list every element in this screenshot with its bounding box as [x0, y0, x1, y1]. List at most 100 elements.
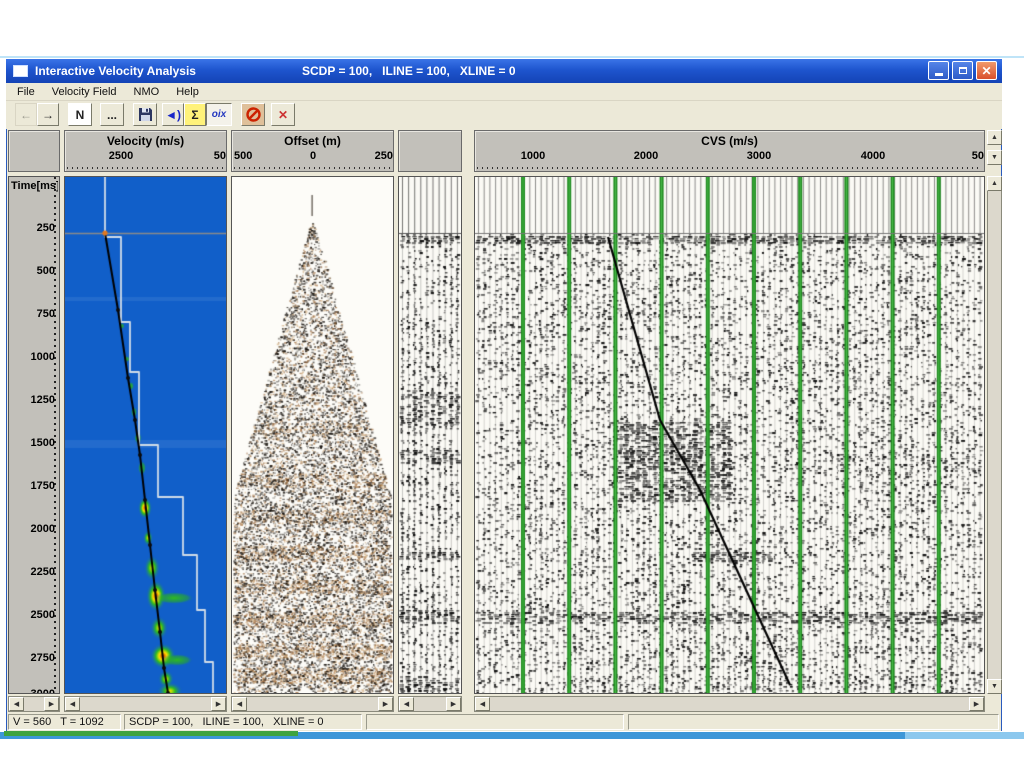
velocity-semblance-canvas[interactable] — [65, 177, 226, 693]
progress-strip-light — [905, 732, 1024, 739]
delete-button[interactable]: ✕ — [271, 103, 295, 126]
time-hscrollbar[interactable]: ◀ ▶ — [8, 696, 60, 712]
no-entry-icon — [246, 107, 261, 122]
offset-scroll-left-button[interactable]: ◀ — [232, 697, 247, 711]
titlebar[interactable]: Interactive Velocity Analysis SCDP = 100… — [6, 59, 1002, 83]
stack-canvas[interactable] — [399, 177, 461, 693]
time-axis-label: Time[ms] — [11, 180, 58, 192]
red-x-icon: ✕ — [278, 108, 288, 122]
close-button[interactable]: ✕ — [976, 61, 997, 80]
oix-toggle-button[interactable]: oix — [206, 103, 232, 126]
offset-tick-0: 0 — [301, 150, 325, 162]
cvs-scroll-right-button[interactable]: ▶ — [969, 697, 984, 711]
time-tick-2500: 2500 — [11, 609, 55, 621]
forward-arrow-icon: → — [42, 108, 54, 122]
cvs-header: CVS (m/s) 1000 2000 3000 4000 50 — [474, 130, 985, 172]
n-button[interactable]: N — [68, 103, 92, 126]
minimize-icon — [935, 73, 943, 76]
stack-panel[interactable] — [398, 176, 462, 694]
time-tick-3000: 3000 — [11, 688, 55, 694]
minimize-button[interactable] — [928, 61, 949, 80]
cvs-vertical-scrollbar[interactable] — [987, 176, 1002, 694]
block-button[interactable] — [241, 103, 265, 126]
cvs-scroll-left-button[interactable]: ◀ — [475, 697, 490, 711]
stack-hscrollbar[interactable]: ◀ ▶ — [398, 696, 462, 712]
menu-nmo[interactable]: NMO — [134, 86, 160, 98]
cvs-panel[interactable] — [474, 176, 985, 694]
offset-gather-panel[interactable] — [231, 176, 394, 694]
close-icon: ✕ — [981, 65, 991, 77]
cvs-title: CVS (m/s) — [475, 134, 984, 148]
time-header-box — [8, 130, 60, 172]
nmo-apply-icon: ◄) — [165, 108, 181, 122]
app-icon — [13, 65, 28, 77]
offset-header: Offset (m) 500 0 250 — [231, 130, 394, 172]
time-tick-750: 750 — [11, 308, 55, 320]
velocity-tick-5000-clipped: 50 — [202, 150, 226, 162]
time-scroll-right-button[interactable]: ▶ — [44, 697, 59, 711]
sigma-icon: Σ — [191, 108, 198, 122]
status-vt-readout: V = 560 T = 1092 — [8, 714, 121, 730]
menu-velocity-field[interactable]: Velocity Field — [52, 86, 117, 98]
floppy-disk-icon — [138, 107, 153, 122]
cvs-tick-5000-clipped: 50 — [960, 150, 984, 162]
status-section-3 — [366, 714, 624, 730]
stack-scroll-right-button[interactable]: ▶ — [446, 697, 461, 711]
offset-ruler — [234, 167, 391, 169]
forward-button[interactable]: → — [37, 103, 59, 126]
offset-scroll-right-button[interactable]: ▶ — [378, 697, 393, 711]
window-title-info: SCDP = 100, ILINE = 100, XLINE = 0 — [302, 64, 516, 78]
cvs-tick-3000: 3000 — [734, 150, 784, 162]
time-tick-2000: 2000 — [11, 523, 55, 535]
velocity-ruler — [67, 167, 224, 169]
offset-tick-left: 500 — [234, 150, 264, 162]
nmo-apply-button[interactable]: ◄) — [162, 103, 184, 126]
slide-divider-line — [0, 56, 1024, 58]
velocity-hscrollbar[interactable]: ◀ ▶ — [64, 696, 227, 712]
velocity-scroll-right-button[interactable]: ▶ — [211, 697, 226, 711]
cvs-scroll-down-button[interactable]: ▼ — [987, 679, 1002, 694]
window-title: Interactive Velocity Analysis — [35, 64, 196, 78]
menu-file[interactable]: File — [17, 86, 35, 98]
n-label: N — [76, 108, 85, 122]
offset-hscrollbar[interactable]: ◀ ▶ — [231, 696, 394, 712]
back-button[interactable]: ← — [15, 103, 37, 126]
velocity-semblance-panel[interactable] — [64, 176, 227, 694]
velocity-scroll-left-button[interactable]: ◀ — [65, 697, 80, 711]
time-tick-2250: 2250 — [11, 566, 55, 578]
ellipsis-icon: ... — [107, 108, 117, 122]
sigma-button[interactable]: Σ — [184, 103, 206, 126]
menubar: File Velocity Field NMO Help — [6, 83, 1002, 101]
time-tick-1750: 1750 — [11, 480, 55, 492]
cvs-tick-2000: 2000 — [621, 150, 671, 162]
cvs-header-scroll-up[interactable]: ▲ — [987, 130, 1002, 145]
cvs-header-scroll-down[interactable]: ▼ — [987, 150, 1002, 165]
restore-icon — [959, 67, 967, 74]
cvs-scroll-up-button[interactable]: ▲ — [987, 176, 1002, 191]
back-arrow-icon: ← — [20, 108, 32, 122]
restore-button[interactable] — [952, 61, 973, 80]
status-section-4 — [628, 714, 999, 730]
velocity-header: Velocity (m/s) 2500 50 — [64, 130, 227, 172]
time-tick-250: 250 — [11, 222, 55, 234]
offset-tick-right: 250 — [369, 150, 393, 162]
oix-label: oix — [212, 109, 226, 120]
time-tick-1500: 1500 — [11, 437, 55, 449]
toolbar: ← → N ... ◄) Σ oix ✕ — [6, 101, 1002, 129]
screen: Interactive Velocity Analysis SCDP = 100… — [0, 0, 1024, 767]
velocity-tick-2500: 2500 — [97, 150, 145, 162]
cvs-tick-1000: 1000 — [508, 150, 558, 162]
more-options-button[interactable]: ... — [100, 103, 124, 126]
cvs-hscrollbar[interactable]: ◀ ▶ — [474, 696, 985, 712]
menu-help[interactable]: Help — [176, 86, 199, 98]
time-tick-1000: 1000 — [11, 351, 55, 363]
time-scroll-left-button[interactable]: ◀ — [9, 697, 24, 711]
progress-strip-green — [4, 731, 298, 736]
offset-title: Offset (m) — [232, 134, 393, 148]
save-button[interactable] — [133, 103, 157, 126]
offset-gather-canvas[interactable] — [232, 177, 393, 693]
cvs-canvas[interactable] — [475, 177, 984, 693]
stack-scroll-left-button[interactable]: ◀ — [399, 697, 414, 711]
velocity-title: Velocity (m/s) — [65, 134, 226, 148]
status-location: SCDP = 100, ILINE = 100, XLINE = 0 — [124, 714, 362, 730]
